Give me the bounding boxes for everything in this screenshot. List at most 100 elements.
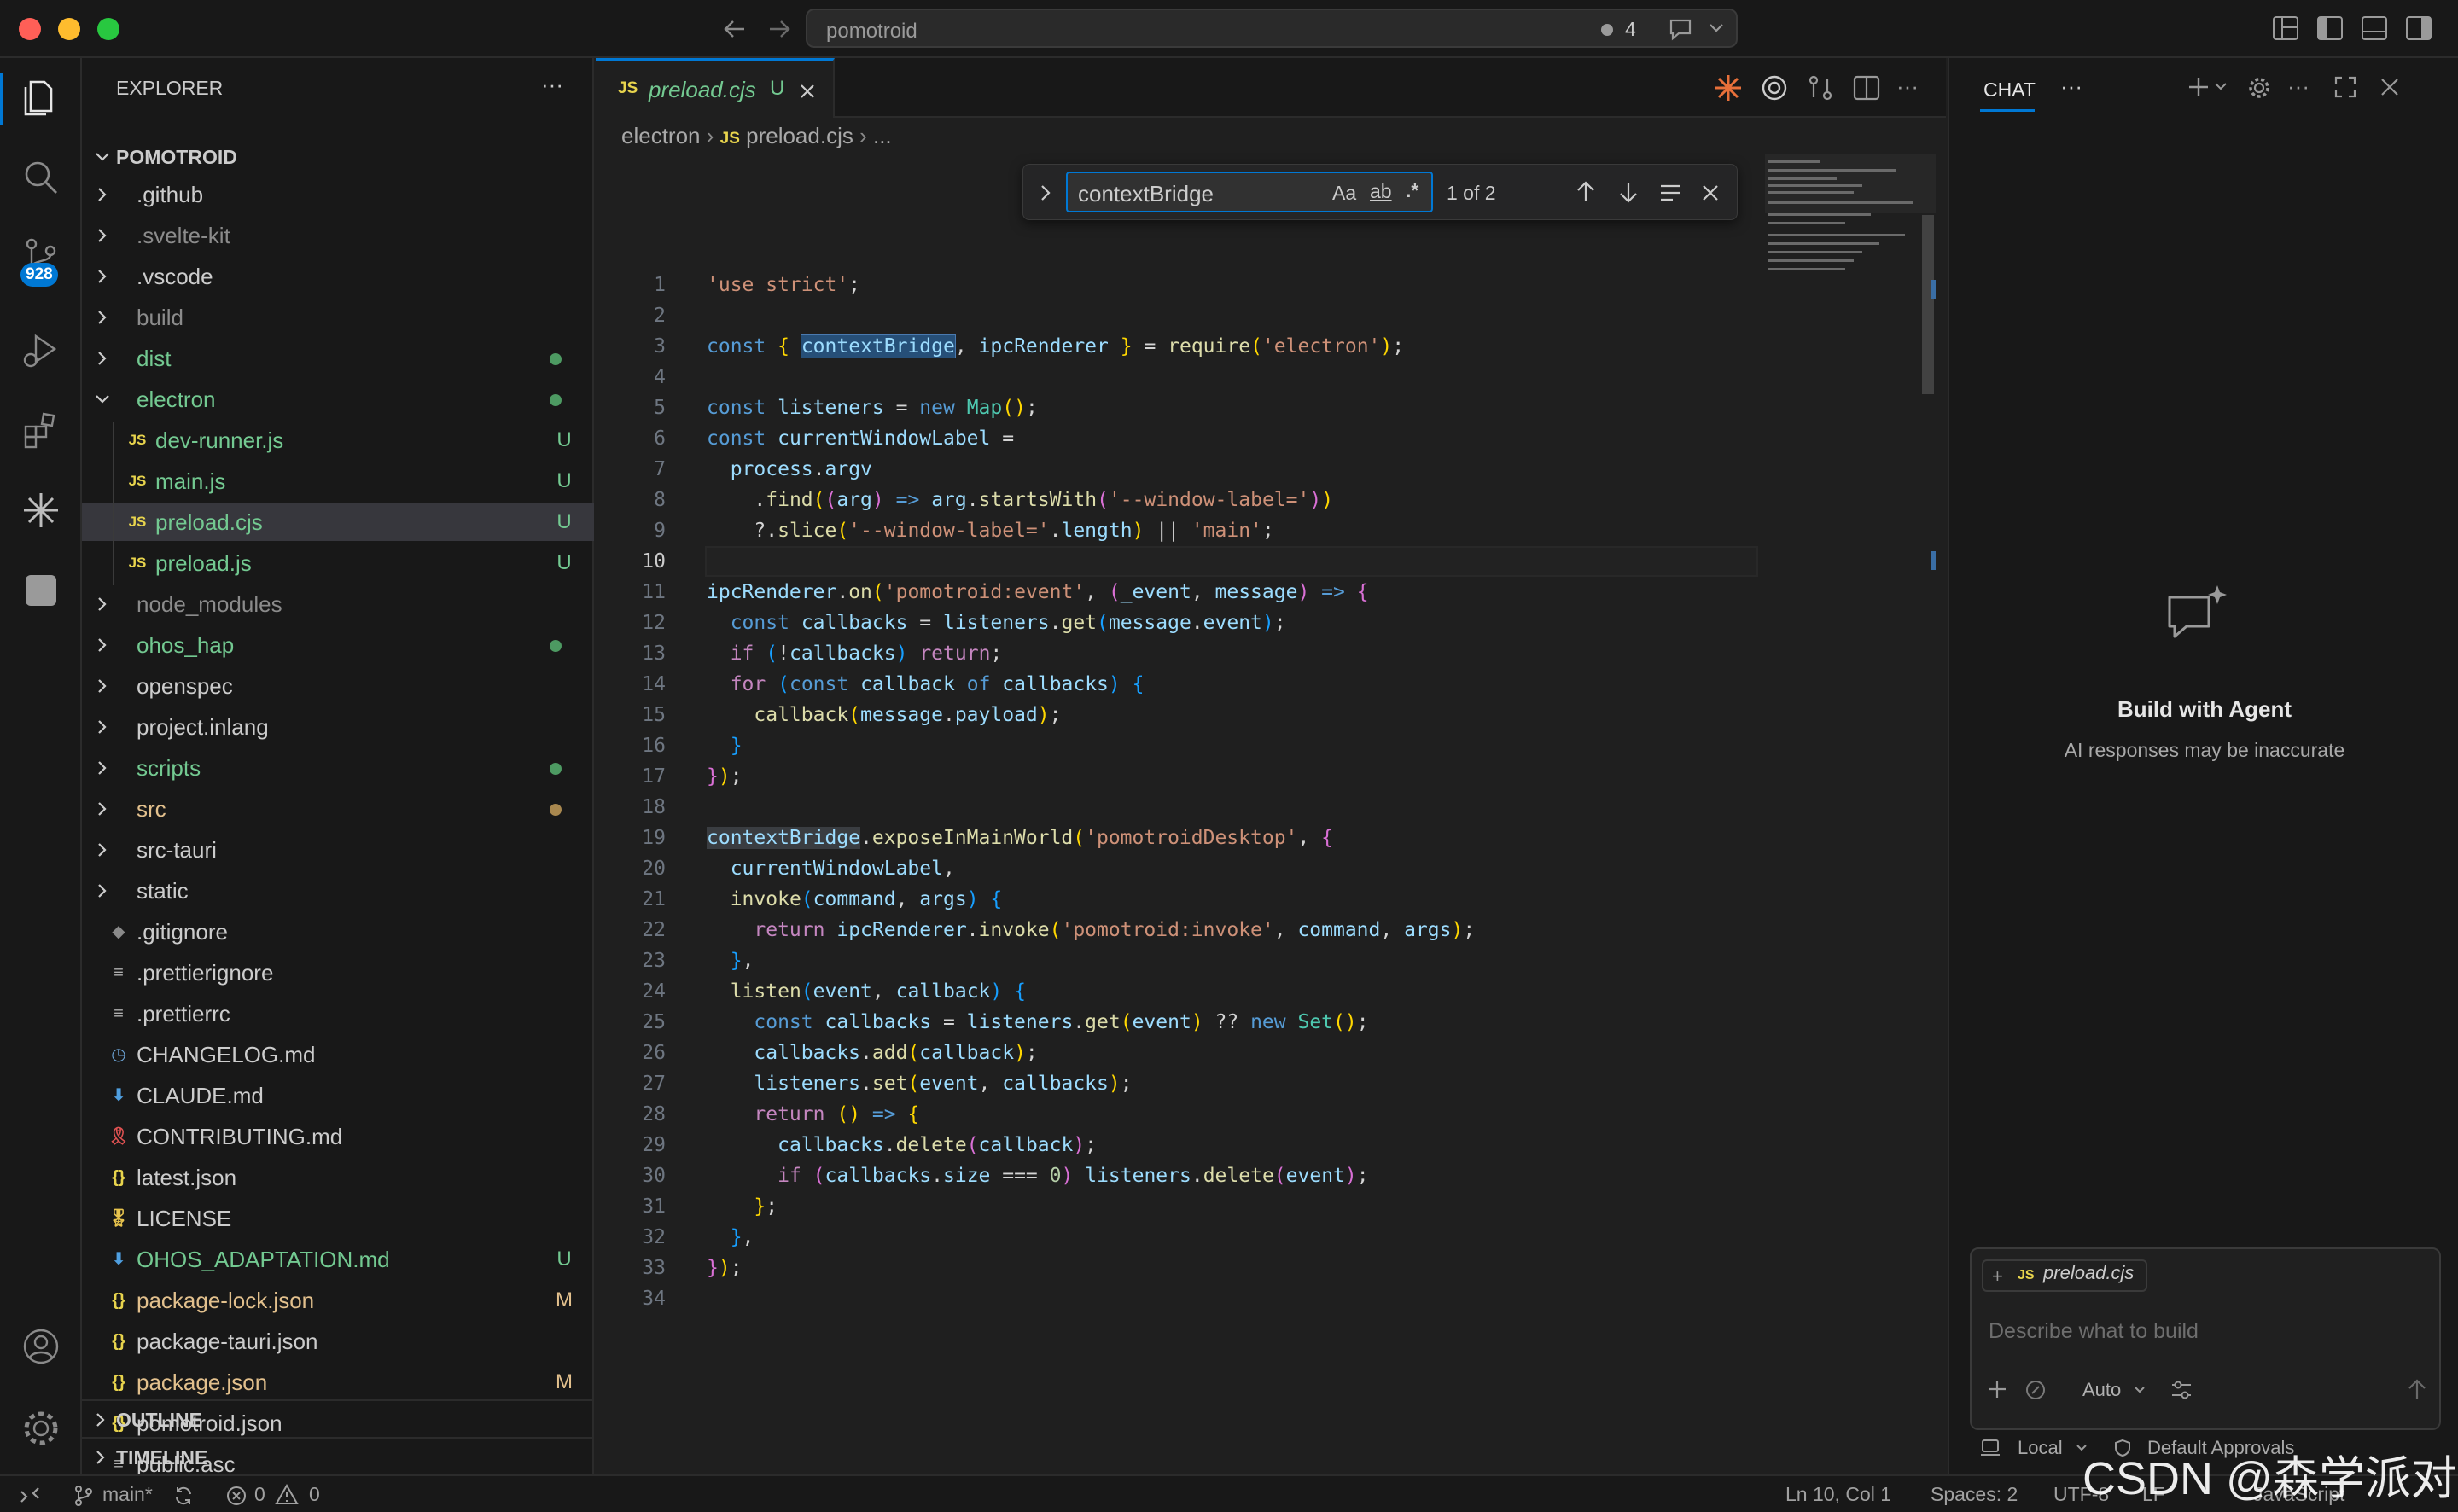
code-line[interactable]: if (callbacks.size === 0) listeners.dele…: [707, 1160, 1369, 1191]
code-line[interactable]: listen(event, callback) {: [707, 976, 1026, 1007]
tree-item[interactable]: JS dev-runner.js U: [82, 422, 594, 462]
explorer-more-button[interactable]: ···: [541, 72, 563, 98]
toggle-primary-sidebar-icon[interactable]: [2316, 15, 2344, 41]
tree-item[interactable]: {} package-lock.json M: [82, 1282, 594, 1319]
tree-item[interactable]: {} package.json M: [82, 1364, 594, 1401]
tree-item[interactable]: openspec: [82, 667, 594, 705]
location-selector[interactable]: Local: [2018, 1437, 2063, 1459]
openai-icon[interactable]: [1760, 73, 1789, 102]
tree-item[interactable]: 🎗 CONTRIBUTING.md: [82, 1118, 594, 1155]
arrow-down-icon[interactable]: [1617, 180, 1640, 204]
code-line[interactable]: const currentWindowLabel =: [707, 423, 1014, 454]
extensions-icon[interactable]: [19, 408, 63, 452]
tree-item[interactable]: ≡ .prettierignore: [82, 954, 594, 992]
outline-section[interactable]: OUTLINE: [82, 1399, 594, 1437]
code-line[interactable]: });: [707, 761, 743, 792]
code-line[interactable]: currentWindowLabel,: [707, 853, 955, 884]
find-input[interactable]: contextBridge Aa ab .*: [1066, 172, 1433, 212]
maximize-window-button[interactable]: [97, 18, 119, 40]
find-in-selection-icon[interactable]: [1658, 182, 1682, 204]
search-icon[interactable]: [19, 155, 63, 200]
code-line[interactable]: });: [707, 1253, 743, 1283]
match-word-button[interactable]: ab: [1370, 180, 1392, 203]
gear-icon[interactable]: [19, 1406, 63, 1451]
code-line[interactable]: const listeners = new Map();: [707, 393, 1038, 423]
regex-button[interactable]: .*: [1406, 179, 1418, 202]
tree-item[interactable]: ◆ .gitignore: [82, 913, 594, 951]
close-icon[interactable]: [799, 83, 816, 100]
code-line[interactable]: }: [707, 730, 743, 761]
code-line[interactable]: };: [707, 1191, 778, 1222]
minimap[interactable]: [1765, 154, 1936, 341]
warning-count[interactable]: 0: [309, 1483, 320, 1506]
run-debug-icon[interactable]: [19, 328, 63, 372]
chat-tab[interactable]: CHAT: [1983, 79, 2036, 102]
code-line[interactable]: const callbacks = listeners.get(message.…: [707, 608, 1286, 638]
settings-sliders-icon[interactable]: [2170, 1379, 2193, 1401]
remote-explorer-icon[interactable]: [19, 568, 63, 613]
code-line[interactable]: return () => {: [707, 1099, 919, 1130]
compare-changes-icon[interactable]: [1806, 73, 1835, 102]
code-line[interactable]: const callbacks = listeners.get(event) ?…: [707, 1007, 1368, 1038]
code-line[interactable]: invoke(command, args) {: [707, 884, 1003, 915]
tab-preload-cjs[interactable]: JS preload.cjs U: [596, 58, 835, 118]
code-line[interactable]: callback(message.payload);: [707, 700, 1061, 730]
code-line[interactable]: process.argv: [707, 454, 872, 485]
code-line[interactable]: listeners.set(event, callbacks);: [707, 1068, 1132, 1099]
tree-item[interactable]: build: [82, 299, 594, 336]
explorer-root-folder[interactable]: POMOTROID: [82, 138, 594, 176]
sparkle-burst-icon[interactable]: [1714, 73, 1743, 102]
sparkle-agent-icon[interactable]: [19, 488, 63, 532]
split-editor-icon[interactable]: [1852, 73, 1881, 102]
arrow-up-icon[interactable]: [1575, 180, 1597, 204]
code-line[interactable]: return ipcRenderer.invoke('pomotroid:inv…: [707, 915, 1475, 945]
code-line[interactable]: },: [707, 945, 754, 976]
chevron-right-icon[interactable]: [1037, 183, 1054, 202]
tree-item[interactable]: scripts: [82, 749, 594, 787]
tree-item[interactable]: src: [82, 790, 594, 828]
tree-item[interactable]: 🎖 LICENSE: [82, 1200, 594, 1237]
close-window-button[interactable]: [19, 18, 41, 40]
tree-item[interactable]: src-tauri: [82, 831, 594, 869]
error-icon[interactable]: [225, 1485, 248, 1507]
editor-scrollbar[interactable]: [1922, 215, 1934, 394]
breadcrumb-file[interactable]: preload.cjs: [746, 123, 853, 148]
customize-layout-icon[interactable]: [2272, 15, 2299, 41]
maximize-icon[interactable]: [2333, 75, 2357, 99]
command-center-search[interactable]: pomotroid 4: [806, 9, 1738, 48]
forward-arrow-icon[interactable]: [768, 19, 790, 39]
tree-item[interactable]: project.inlang: [82, 708, 594, 746]
git-branch[interactable]: main*: [102, 1483, 153, 1506]
tree-item[interactable]: ⬇ CLAUDE.md: [82, 1077, 594, 1114]
chat-prompt-input[interactable]: Describe what to build: [1989, 1319, 2199, 1344]
tree-item[interactable]: static: [82, 872, 594, 910]
code-line[interactable]: if (!callbacks) return;: [707, 638, 1003, 669]
sync-icon[interactable]: [172, 1485, 195, 1507]
back-arrow-icon[interactable]: [724, 19, 746, 39]
error-count[interactable]: 0: [254, 1483, 265, 1506]
tree-item[interactable]: JS main.js U: [82, 462, 594, 503]
tree-item[interactable]: JS preload.js U: [82, 544, 594, 585]
explorer-files-icon[interactable]: [19, 75, 63, 119]
chat-bubble-icon[interactable]: [1668, 17, 1697, 43]
tree-item[interactable]: node_modules: [82, 585, 594, 623]
minimize-window-button[interactable]: [58, 18, 80, 40]
code-line[interactable]: for (const callback of callbacks) {: [707, 669, 1145, 700]
account-icon[interactable]: [19, 1324, 63, 1369]
editor-more-button[interactable]: ···: [1896, 73, 1919, 100]
toggle-secondary-sidebar-icon[interactable]: [2405, 15, 2432, 41]
plus-icon[interactable]: [2187, 75, 2210, 99]
tree-item[interactable]: ≡ .prettierrc: [82, 995, 594, 1032]
tree-item[interactable]: JS preload.cjs U: [82, 503, 594, 544]
remote-indicator-icon[interactable]: [19, 1485, 41, 1505]
timeline-section[interactable]: TIMELINE: [82, 1437, 594, 1474]
tools-icon[interactable]: [2024, 1379, 2047, 1401]
code-line[interactable]: const { contextBridge, ipcRenderer } = r…: [707, 331, 1404, 362]
tree-item[interactable]: {} latest.json: [82, 1159, 594, 1196]
mode-selector[interactable]: Auto: [2082, 1379, 2121, 1401]
plus-icon[interactable]: [1987, 1379, 2007, 1399]
send-arrow-up-icon[interactable]: [2407, 1377, 2427, 1401]
tree-item[interactable]: .vscode: [82, 258, 594, 295]
close-icon[interactable]: [1701, 183, 1720, 202]
tree-item[interactable]: electron: [82, 381, 594, 418]
